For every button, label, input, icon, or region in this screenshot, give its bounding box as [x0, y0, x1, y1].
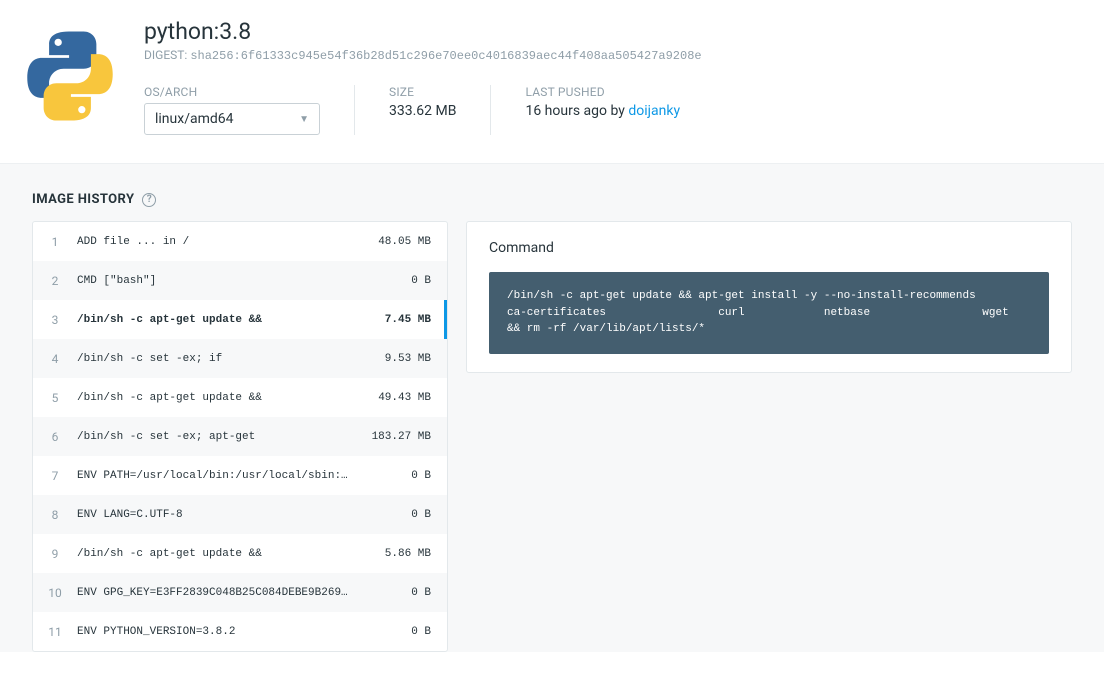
history-row[interactable]: 2CMD ["bash"]0 B: [33, 261, 447, 300]
row-number: 11: [33, 625, 77, 639]
row-command: ENV LANG=C.UTF-8: [77, 509, 361, 521]
last-pushed-by-word: by: [610, 103, 624, 119]
history-row[interactable]: 9/bin/sh -c apt-get update &&5.86 MB: [33, 534, 447, 573]
osarch-select[interactable]: linux/amd64 ▼: [144, 103, 320, 135]
detail-panel: Command /bin/sh -c apt-get update && apt…: [466, 221, 1072, 373]
digest-value: sha256:6f61333c945e54f36b28d51c296e70ee0…: [190, 49, 701, 63]
last-pushed-column: LAST PUSHED 16 hours ago by doijanky: [490, 85, 714, 135]
last-pushed-value: 16 hours ago by doijanky: [525, 103, 680, 119]
row-size: 0 B: [361, 626, 431, 638]
row-size: 5.86 MB: [361, 548, 431, 560]
row-size: 48.05 MB: [361, 236, 431, 248]
row-command: /bin/sh -c set -ex; if: [77, 353, 361, 365]
osarch-label: OS/ARCH: [144, 85, 320, 99]
row-size: 0 B: [361, 275, 431, 287]
history-row[interactable]: 1ADD file ... in /48.05 MB: [33, 222, 447, 261]
osarch-column: OS/ARCH linux/amd64 ▼: [144, 85, 354, 135]
command-code: /bin/sh -c apt-get update && apt-get ins…: [489, 272, 1049, 354]
content-area: IMAGE HISTORY ? 1ADD file ... in /48.05 …: [0, 163, 1104, 652]
row-size: 9.53 MB: [361, 353, 431, 365]
section-title: IMAGE HISTORY ?: [32, 192, 1072, 207]
digest-label: DIGEST:: [144, 48, 187, 62]
row-size: 49.43 MB: [361, 392, 431, 404]
row-command: ENV PATH=/usr/local/bin:/usr/local/sbin:…: [77, 470, 361, 482]
row-command: ADD file ... in /: [77, 236, 361, 248]
row-size: 0 B: [361, 470, 431, 482]
row-number: 10: [33, 586, 77, 600]
row-number: 4: [33, 352, 77, 366]
row-command: /bin/sh -c set -ex; apt-get: [77, 431, 361, 443]
history-row[interactable]: 5/bin/sh -c apt-get update &&49.43 MB: [33, 378, 447, 417]
osarch-value: linux/amd64: [155, 111, 234, 127]
chevron-down-icon: ▼: [299, 114, 309, 125]
row-number: 3: [33, 313, 77, 327]
row-command: /bin/sh -c apt-get update &&: [77, 548, 361, 560]
history-row[interactable]: 4/bin/sh -c set -ex; if9.53 MB: [33, 339, 447, 378]
history-row[interactable]: 10ENV GPG_KEY=E3FF2839C048B25C084DEBE9B2…: [33, 573, 447, 612]
command-label: Command: [489, 240, 1049, 256]
size-column: SIZE 333.62 MB: [354, 85, 490, 135]
python-logo: [20, 26, 120, 126]
section-title-text: IMAGE HISTORY: [32, 192, 134, 207]
row-number: 8: [33, 508, 77, 522]
row-number: 1: [33, 235, 77, 249]
row-size: 183.27 MB: [361, 431, 431, 443]
row-command: /bin/sh -c apt-get update &&: [77, 392, 361, 404]
row-number: 5: [33, 391, 77, 405]
row-number: 7: [33, 469, 77, 483]
row-command: CMD ["bash"]: [77, 275, 361, 287]
help-icon[interactable]: ?: [142, 193, 156, 207]
row-size: 7.45 MB: [361, 314, 431, 326]
history-row[interactable]: 7ENV PATH=/usr/local/bin:/usr/local/sbin…: [33, 456, 447, 495]
title-block: python:3.8 DIGEST: sha256:6f61333c945e54…: [144, 12, 1070, 135]
history-panel: 1ADD file ... in /48.05 MB2CMD ["bash"]0…: [32, 221, 448, 652]
row-command: /bin/sh -c apt-get update &&: [77, 314, 361, 326]
last-pushed-time: 16 hours ago: [525, 103, 607, 119]
row-command: ENV PYTHON_VERSION=3.8.2: [77, 626, 361, 638]
size-label: SIZE: [389, 85, 456, 99]
meta-row: OS/ARCH linux/amd64 ▼ SIZE 333.62 MB LAS…: [144, 85, 1070, 135]
image-title: python:3.8: [144, 18, 1070, 45]
history-row[interactable]: 11ENV PYTHON_VERSION=3.8.20 B: [33, 612, 447, 651]
row-number: 9: [33, 547, 77, 561]
header: python:3.8 DIGEST: sha256:6f61333c945e54…: [0, 0, 1104, 163]
history-row[interactable]: 3/bin/sh -c apt-get update &&7.45 MB: [33, 300, 447, 339]
last-pushed-label: LAST PUSHED: [525, 85, 680, 99]
history-row[interactable]: 6/bin/sh -c set -ex; apt-get183.27 MB: [33, 417, 447, 456]
panels: 1ADD file ... in /48.05 MB2CMD ["bash"]0…: [32, 221, 1072, 652]
digest-line: DIGEST: sha256:6f61333c945e54f36b28d51c2…: [144, 48, 1070, 63]
row-number: 6: [33, 430, 77, 444]
row-size: 0 B: [361, 509, 431, 521]
history-row[interactable]: 8ENV LANG=C.UTF-80 B: [33, 495, 447, 534]
row-command: ENV GPG_KEY=E3FF2839C048B25C084DEBE9B269…: [77, 587, 361, 599]
row-number: 2: [33, 274, 77, 288]
last-pushed-author-link[interactable]: doijanky: [628, 103, 680, 119]
row-size: 0 B: [361, 587, 431, 599]
size-value: 333.62 MB: [389, 103, 456, 119]
